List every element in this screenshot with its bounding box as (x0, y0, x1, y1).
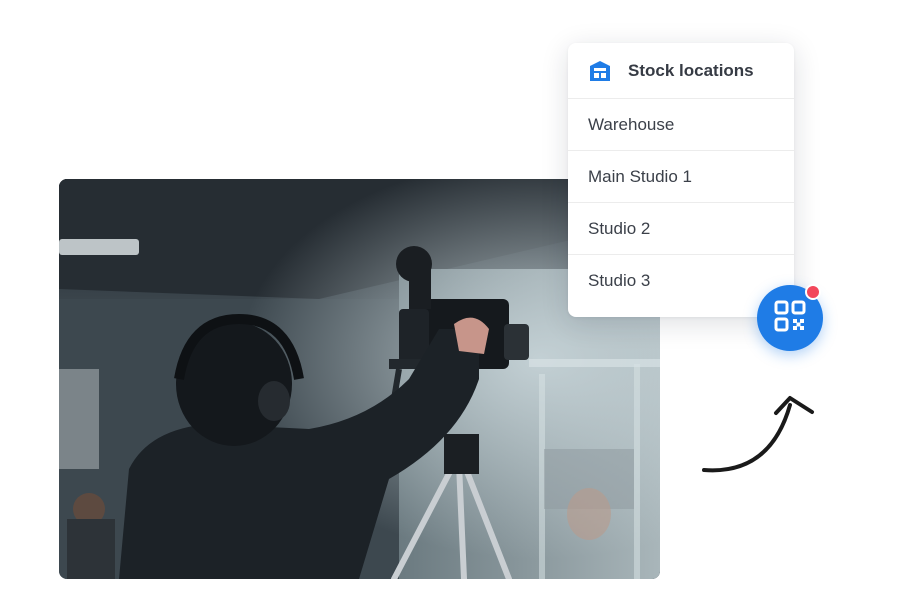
dropdown-title: Stock locations (628, 60, 754, 80)
location-item-warehouse[interactable]: Warehouse (568, 99, 794, 151)
dropdown-header: Stock locations (568, 43, 794, 99)
warehouse-icon (588, 59, 612, 83)
location-item-main-studio-1[interactable]: Main Studio 1 (568, 151, 794, 203)
stage: Stock locations Warehouse Main Studio 1 … (0, 0, 900, 599)
stock-locations-dropdown: Stock locations Warehouse Main Studio 1 … (568, 43, 794, 317)
qr-code-icon (773, 299, 807, 338)
location-item-studio-3[interactable]: Studio 3 (568, 255, 794, 307)
notification-badge (805, 284, 821, 300)
curved-arrow-icon (690, 380, 830, 490)
location-item-studio-2[interactable]: Studio 2 (568, 203, 794, 255)
